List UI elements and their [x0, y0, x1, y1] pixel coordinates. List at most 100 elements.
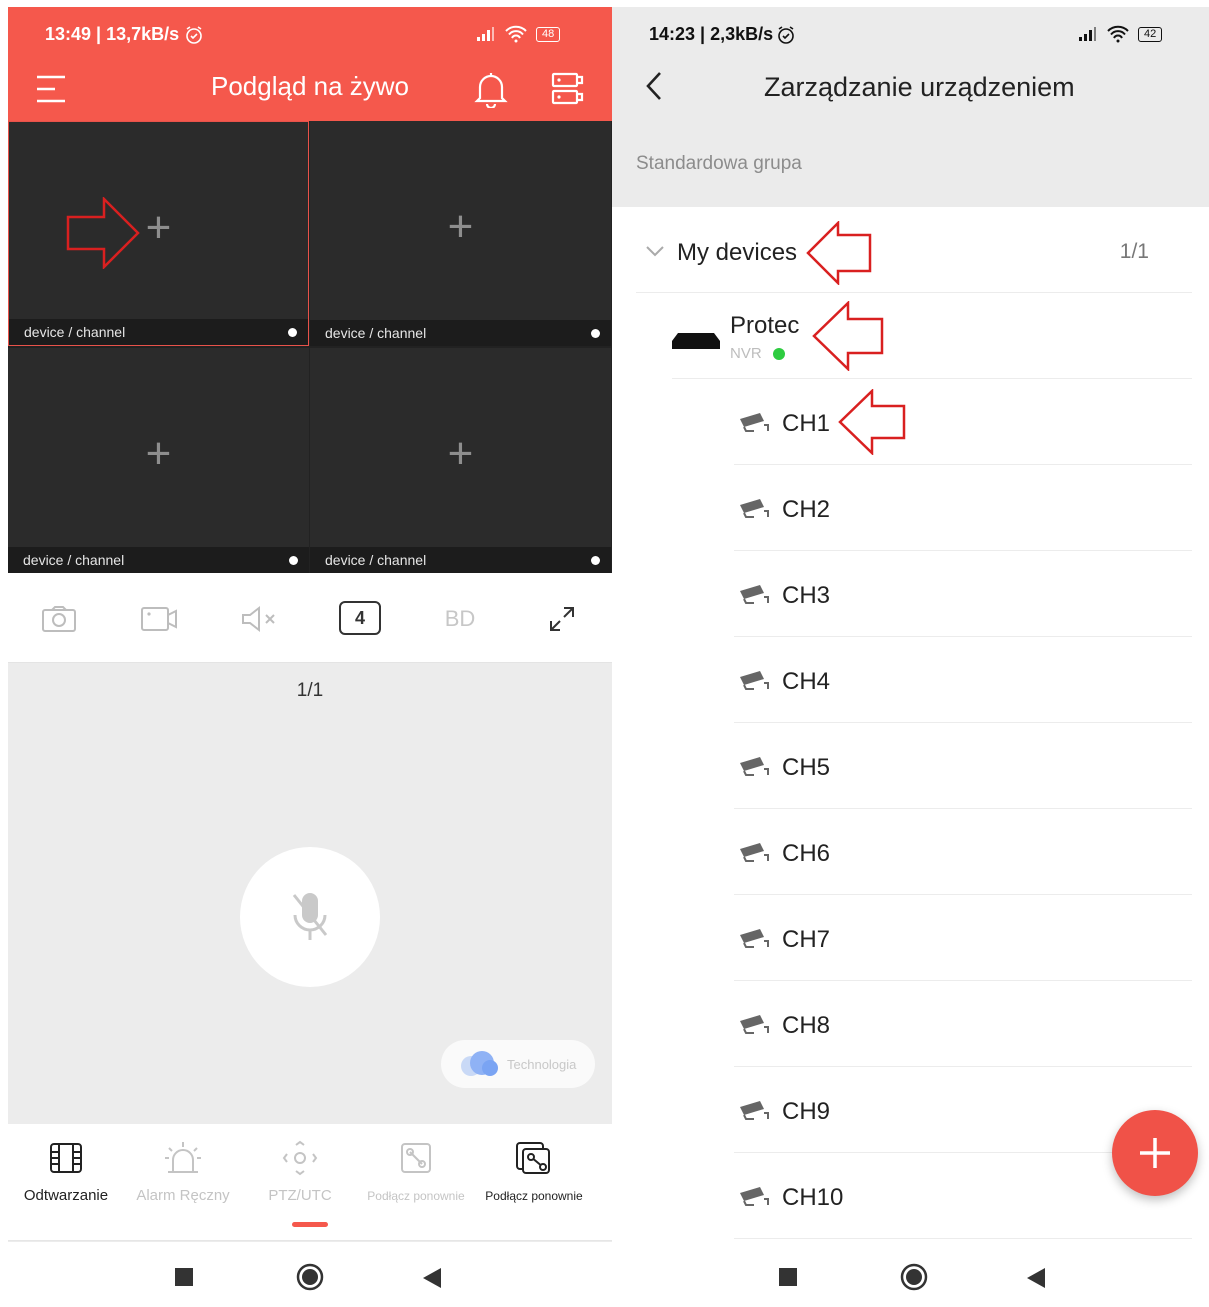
channel-row[interactable]: CH1	[734, 379, 1192, 465]
page-title: Zarządzanie urządzeniem	[764, 72, 1075, 102]
device-list-icon[interactable]	[550, 71, 586, 107]
talk-button[interactable]	[240, 847, 380, 987]
group-label: Standardowa grupa	[636, 153, 802, 174]
nav-reconnect[interactable]: Podłącz ponownie	[358, 1138, 474, 1203]
ptz-icon	[282, 1140, 318, 1176]
cctv-camera-icon	[740, 1101, 769, 1120]
quality-button[interactable]: BD	[435, 597, 485, 641]
device-row[interactable]: Protec NVR	[672, 293, 1192, 379]
record-button[interactable]	[135, 597, 185, 641]
cctv-camera-icon	[740, 499, 769, 518]
video-record-icon	[141, 607, 177, 631]
recents-icon[interactable]	[175, 1268, 193, 1286]
camera-icon	[42, 606, 76, 632]
channel-row[interactable]: CH2	[734, 465, 1192, 551]
channel-label: CH8	[782, 1012, 831, 1039]
battery-indicator: 48	[536, 26, 561, 42]
add-channel-icon[interactable]: +	[310, 432, 611, 476]
fullscreen-button[interactable]	[537, 597, 587, 641]
video-cell-4[interactable]: + device / channel	[310, 348, 611, 573]
snapshot-button[interactable]	[34, 597, 84, 641]
video-cell-3[interactable]: + device / channel	[8, 348, 309, 573]
bottom-navigation: Odtwarzanie Alarm Ręczny PTZ/UTC Podłącz…	[8, 1124, 612, 1241]
cell-caption: device / channel	[310, 320, 611, 346]
cctv-camera-icon	[740, 929, 769, 948]
video-grid: + device / channel + device / channel + …	[8, 121, 612, 573]
technology-badge[interactable]: Technologia	[441, 1040, 595, 1088]
nvr-icon	[672, 333, 720, 349]
add-device-button[interactable]	[1112, 1110, 1198, 1196]
split-screen-button[interactable]: 4	[339, 601, 381, 635]
microphone-muted-icon	[292, 893, 328, 940]
status-icons: 42	[1078, 25, 1163, 43]
annotation-arrow-left-icon	[806, 221, 872, 285]
home-icon[interactable]	[900, 1263, 928, 1291]
add-channel-icon[interactable]: +	[9, 206, 308, 250]
channel-label: CH9	[782, 1098, 831, 1125]
channel-label: CH7	[782, 926, 831, 953]
cctv-camera-icon	[740, 585, 769, 604]
cell-caption: device / channel	[310, 547, 611, 573]
channel-row[interactable]: CH7	[734, 895, 1192, 981]
signal-icon	[1079, 27, 1096, 41]
device-name: Protec	[730, 312, 800, 339]
mute-button[interactable]	[235, 597, 285, 641]
film-icon	[50, 1143, 82, 1173]
back-button[interactable]	[642, 69, 666, 103]
status-dot	[591, 329, 600, 338]
chevron-left-icon	[646, 72, 661, 100]
recents-icon[interactable]	[779, 1268, 797, 1286]
status-dot	[289, 556, 298, 565]
device-group-label: My devices	[677, 239, 798, 266]
status-time: 14:23 | 2,3kB/s	[649, 24, 774, 44]
alarm-clock-icon	[186, 26, 202, 44]
channel-label: CH2	[782, 496, 831, 523]
cloud-icon	[461, 1051, 498, 1076]
signal-icon	[477, 27, 494, 41]
cctv-camera-icon	[740, 1187, 769, 1206]
annotation-arrow-left-icon	[838, 389, 906, 455]
device-group-row[interactable]: My devices 1/1	[636, 207, 1192, 293]
channel-label: CH4	[782, 668, 831, 695]
cctv-camera-icon	[740, 671, 769, 690]
channel-row[interactable]: CH8	[734, 981, 1192, 1067]
nav-manual-alarm[interactable]: Alarm Ręczny	[133, 1138, 233, 1204]
nav-playback[interactable]: Odtwarzanie	[23, 1138, 109, 1204]
status-bar: 14:23 | 2,3kB/s 42	[612, 7, 1209, 55]
status-icons: 48	[476, 25, 561, 43]
cctv-camera-icon	[740, 1015, 769, 1034]
add-channel-icon[interactable]: +	[310, 205, 611, 249]
back-icon[interactable]	[423, 1268, 441, 1288]
video-cell-1[interactable]: + device / channel	[8, 121, 309, 346]
system-navigation	[612, 1242, 1209, 1307]
page-indicator: 1/1	[296, 680, 324, 701]
page-title: Podgląd na żywo	[210, 71, 410, 101]
system-navigation	[8, 1242, 612, 1307]
cctv-camera-icon	[740, 757, 769, 776]
annotation-arrow-left-icon	[812, 301, 884, 371]
status-bar: 13:49 | 13,7kB/s 48	[8, 7, 612, 55]
wifi-icon	[505, 25, 527, 43]
back-icon[interactable]	[1027, 1268, 1045, 1288]
technology-label: Technologia	[507, 1057, 577, 1072]
bell-icon[interactable]	[472, 69, 510, 109]
cctv-camera-icon	[740, 843, 769, 862]
device-management-screen: 14:23 | 2,3kB/s 42 Zarządzanie urządzeni…	[612, 7, 1209, 1307]
playback-toolbar: 4 BD	[8, 573, 612, 663]
nav-ptz[interactable]: PTZ/UTC	[260, 1138, 340, 1204]
video-cell-2[interactable]: + device / channel	[310, 121, 611, 346]
alarm-icon	[165, 1142, 201, 1173]
app-header: Podgląd na żywo	[8, 55, 612, 121]
channel-row[interactable]: CH3	[734, 551, 1192, 637]
nav-reconnect-all[interactable]: Podłącz ponownie	[478, 1138, 590, 1203]
cell-caption: device / channel	[8, 547, 309, 573]
status-dot	[591, 556, 600, 565]
channel-row[interactable]: CH5	[734, 723, 1192, 809]
battery-indicator: 42	[1138, 26, 1163, 42]
channel-row[interactable]: CH6	[734, 809, 1192, 895]
wifi-icon	[1107, 25, 1129, 43]
home-icon[interactable]	[296, 1263, 324, 1291]
channel-row[interactable]: CH4	[734, 637, 1192, 723]
add-channel-icon[interactable]: +	[8, 432, 309, 476]
plus-icon	[1140, 1138, 1170, 1168]
